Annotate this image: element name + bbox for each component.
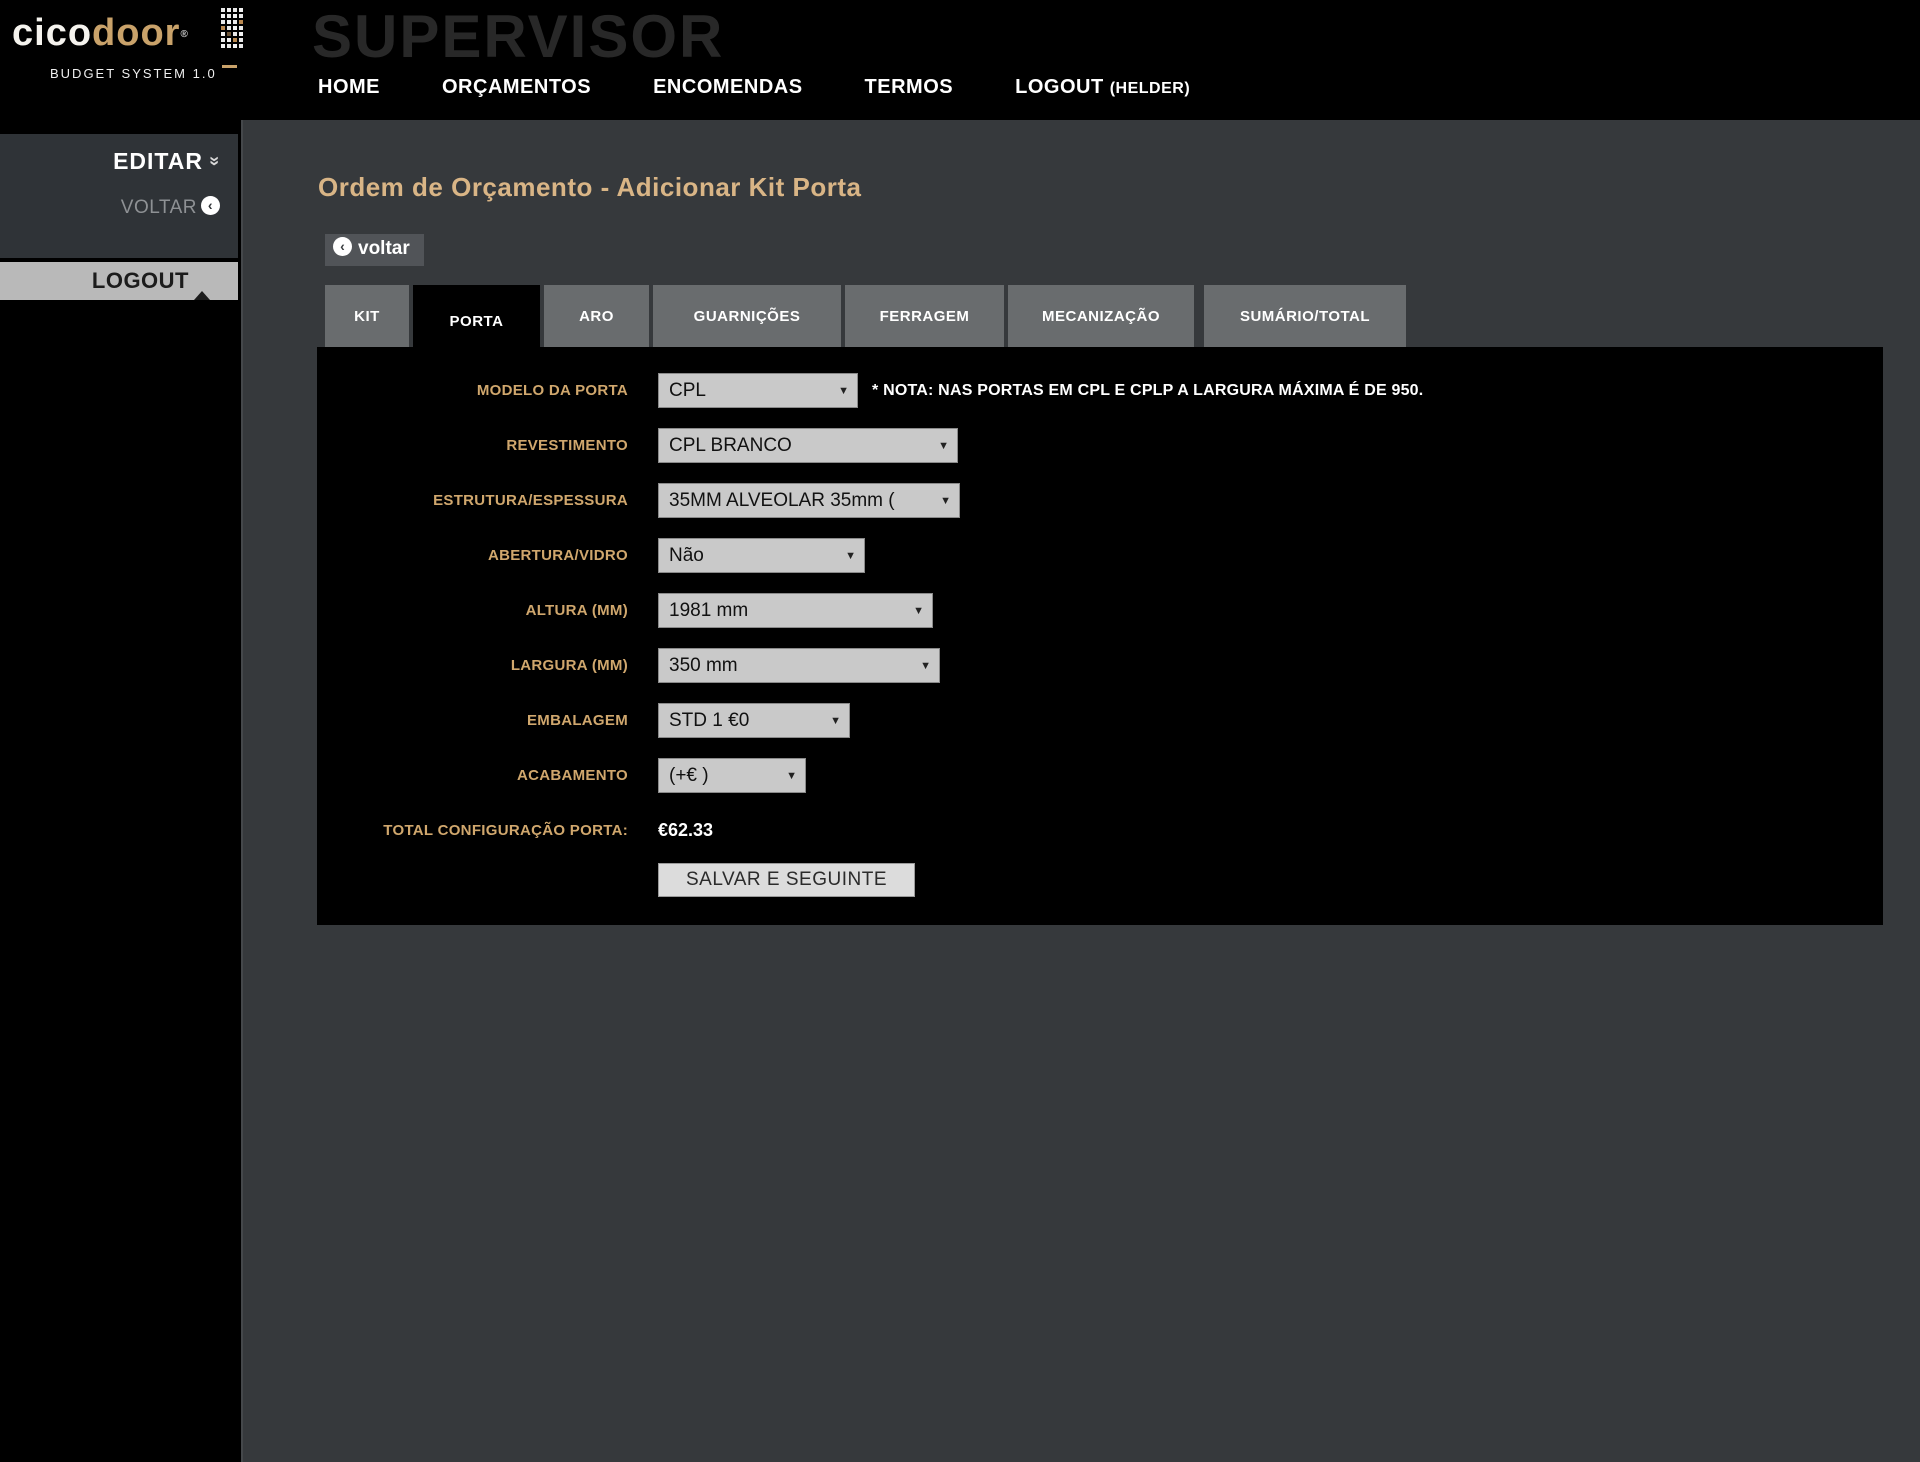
back-button[interactable]: ‹ voltar (325, 234, 424, 266)
selected-value: 1981 mm (669, 600, 748, 622)
form-row-abertura: ABERTURA/VIDRO Não ▼ (317, 538, 1883, 573)
nav-logout-user: (HELDER) (1110, 80, 1190, 97)
tab-sumario-total[interactable]: SUMÁRIO/TOTAL (1204, 285, 1406, 347)
chevron-down-icon: » (204, 156, 225, 167)
revestimento-select[interactable]: CPL BRANCO ▼ (658, 428, 958, 463)
sidebar-panel: EDITAR» VOLTAR‹ (0, 134, 238, 258)
tab-guarnicoes[interactable]: GUARNIÇÕES (653, 285, 841, 347)
form-row-estrutura: ESTRUTURA/ESPESSURA 35MM ALVEOLAR 35mm (… (317, 483, 1883, 518)
field-label: EMBALAGEM (317, 712, 628, 729)
caret-down-icon: ▼ (786, 770, 797, 782)
nav-logout[interactable]: LOGOUT (HELDER) (1015, 76, 1190, 99)
form-row-embalagem: EMBALAGEM STD 1 €0 ▼ (317, 703, 1883, 738)
tab-aro[interactable]: ARO (544, 285, 649, 347)
acabamento-select[interactable]: (+€ ) ▼ (658, 758, 806, 793)
arrow-left-circle-icon: ‹ (201, 196, 220, 215)
sidebar-editar-label: EDITAR (113, 148, 203, 174)
sidebar: EDITAR» VOLTAR‹ LOGOUT (0, 120, 243, 1462)
logo-underscore (222, 65, 237, 68)
form-row-altura: ALTURA (MM) 1981 mm ▼ (317, 593, 1883, 628)
form-row-submit: SALVAR E SEGUINTE (317, 862, 1883, 897)
field-label: MODELO DA PORTA (317, 382, 628, 399)
field-label: ABERTURA/VIDRO (317, 547, 628, 564)
logo-grid-icon (220, 7, 246, 56)
logo-brand-part2: door (92, 12, 180, 54)
logo[interactable]: cicodoor® BUDGET SYSTEM 1.0 (12, 12, 262, 81)
altura-select[interactable]: 1981 mm ▼ (658, 593, 933, 628)
caret-down-icon: ▼ (920, 660, 931, 672)
selected-value: 350 mm (669, 655, 738, 677)
app-watermark: SUPERVISOR (312, 2, 724, 71)
nav-encomendas[interactable]: ENCOMENDAS (653, 76, 802, 99)
eject-icon (194, 266, 210, 292)
page: SUPERVISOR cicodoor® (0, 0, 1920, 1462)
form-row-largura: LARGURA (MM) 350 mm ▼ (317, 648, 1883, 683)
selected-value: CPL (669, 380, 706, 402)
field-label: LARGURA (MM) (317, 657, 628, 674)
estrutura-espessura-select[interactable]: 35MM ALVEOLAR 35mm ( ▼ (658, 483, 960, 518)
field-label: ALTURA (MM) (317, 602, 628, 619)
selected-value: Não (669, 545, 704, 567)
caret-down-icon: ▼ (838, 385, 849, 397)
sidebar-item-voltar[interactable]: VOLTAR‹ (0, 197, 220, 219)
total-value: €62.33 (658, 820, 713, 841)
caret-down-icon: ▼ (830, 715, 841, 727)
form-row-total: TOTAL CONFIGURAÇÃO PORTA: €62.33 (317, 813, 1883, 848)
tab-mecanizacao[interactable]: MECANIZAÇÃO (1008, 285, 1194, 347)
field-label: REVESTIMENTO (317, 437, 628, 454)
form-row-revestimento: REVESTIMENTO CPL BRANCO ▼ (317, 428, 1883, 463)
nav-orcamentos[interactable]: ORÇAMENTOS (442, 76, 591, 99)
field-label: ACABAMENTO (317, 767, 628, 784)
tab-ferragem[interactable]: FERRAGEM (845, 285, 1004, 347)
registered-mark: ® (180, 29, 188, 40)
logo-tagline: BUDGET SYSTEM 1.0 (50, 66, 262, 81)
caret-down-icon: ▼ (938, 440, 949, 452)
logo-brand-part1: cico (12, 12, 92, 54)
nav-termos[interactable]: TERMOS (865, 76, 954, 99)
sidebar-voltar-label: VOLTAR (121, 197, 197, 218)
selected-value: 35MM ALVEOLAR 35mm ( (669, 490, 895, 512)
abertura-vidro-select[interactable]: Não ▼ (658, 538, 865, 573)
embalagem-select[interactable]: STD 1 €0 ▼ (658, 703, 850, 738)
total-label: TOTAL CONFIGURAÇÃO PORTA: (317, 822, 628, 839)
field-label: ESTRUTURA/ESPESSURA (317, 492, 628, 509)
modelo-da-porta-select[interactable]: CPL ▼ (658, 373, 858, 408)
save-and-next-button[interactable]: SALVAR E SEGUINTE (658, 863, 915, 897)
main-nav: HOME ORÇAMENTOS ENCOMENDAS TERMOS LOGOUT… (318, 76, 1190, 99)
form-row-modelo: MODELO DA PORTA CPL ▼ * NOTA: NAS PORTAS … (317, 373, 1883, 408)
sidebar-item-editar[interactable]: EDITAR» (0, 148, 220, 175)
sidebar-logout-label: LOGOUT (92, 268, 189, 293)
form-row-acabamento: ACABAMENTO (+€ ) ▼ (317, 758, 1883, 793)
largura-select[interactable]: 350 mm ▼ (658, 648, 940, 683)
modelo-note: * NOTA: NAS PORTAS EM CPL E CPLP A LARGU… (872, 382, 1423, 400)
form-panel: MODELO DA PORTA CPL ▼ * NOTA: NAS PORTAS … (317, 347, 1883, 925)
sidebar-logout-button[interactable]: LOGOUT (0, 262, 238, 300)
header: SUPERVISOR cicodoor® (0, 0, 1920, 120)
caret-down-icon: ▼ (913, 605, 924, 617)
selected-value: (+€ ) (669, 765, 709, 787)
nav-home[interactable]: HOME (318, 76, 380, 99)
caret-down-icon: ▼ (940, 495, 951, 507)
page-title: Ordem de Orçamento - Adicionar Kit Porta (318, 172, 861, 203)
arrow-left-circle-icon: ‹ (333, 237, 352, 256)
main-content: Ordem de Orçamento - Adicionar Kit Porta… (245, 120, 1920, 1462)
back-button-label: voltar (358, 238, 410, 259)
selected-value: CPL BRANCO (669, 435, 792, 457)
tab-kit[interactable]: KIT (325, 285, 409, 347)
selected-value: STD 1 €0 (669, 710, 749, 732)
caret-down-icon: ▼ (845, 550, 856, 562)
